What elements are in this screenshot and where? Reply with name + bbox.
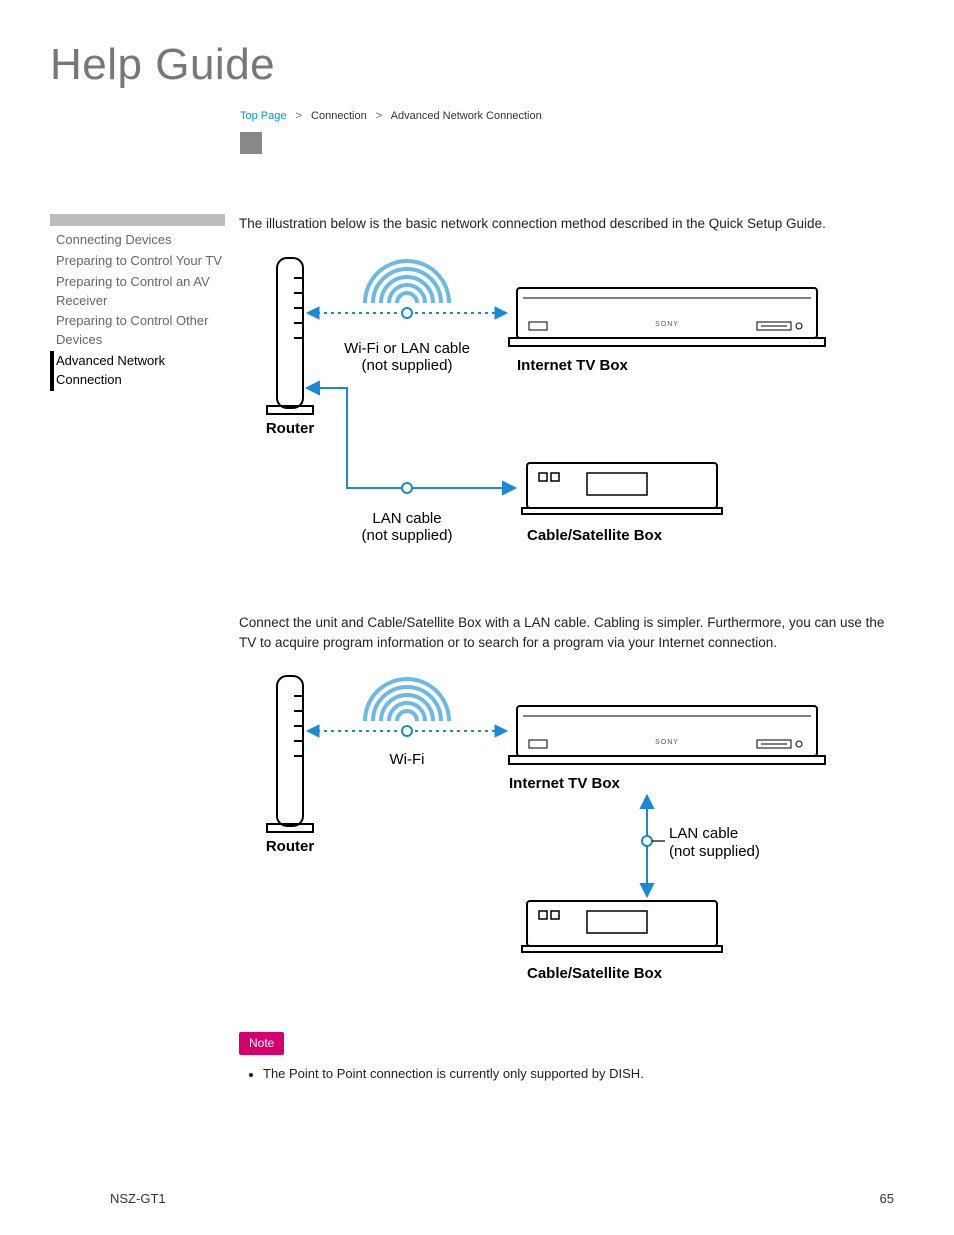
wifi-connection-icon — [307, 725, 507, 737]
cable-box-label: Cable/Satellite Box — [527, 527, 663, 544]
router-label: Router — [266, 838, 314, 855]
sidebar-item-preparing-other[interactable]: Preparing to Control Other Devices — [50, 311, 225, 351]
page-title: Help Guide — [50, 40, 894, 90]
page-footer: NSZ-GT1 65 — [110, 1191, 894, 1206]
router-icon — [267, 258, 313, 414]
footer-page-number: 65 — [880, 1191, 894, 1206]
sidebar-divider — [50, 214, 225, 226]
wifi-lan-label: Wi-Fi or LAN cable — [344, 340, 470, 357]
router-label: Router — [266, 420, 314, 437]
breadcrumb-sep: > — [296, 110, 302, 122]
network-diagram-2: Router — [247, 666, 894, 1002]
footer-model: NSZ-GT1 — [110, 1191, 166, 1206]
intro-text-2: Connect the unit and Cable/Satellite Box… — [239, 613, 894, 652]
not-supplied-label: (not supplied) — [362, 357, 453, 374]
cable-box-label: Cable/Satellite Box — [527, 965, 663, 982]
main-content: The illustration below is the basic netw… — [239, 214, 894, 1084]
breadcrumb-top-link[interactable]: Top Page — [240, 110, 286, 122]
brand-label: SONY — [655, 739, 679, 746]
cable-box-icon — [522, 901, 722, 952]
sidebar-item-preparing-tv[interactable]: Preparing to Control Your TV — [50, 251, 225, 272]
breadcrumb: Top Page > Connection > Advanced Network… — [240, 110, 894, 122]
not-supplied-label-2: (not supplied) — [362, 527, 453, 544]
sidebar-item-advanced-network[interactable]: Advanced Network Connection — [50, 351, 225, 391]
note-item: The Point to Point connection is current… — [263, 1066, 644, 1081]
sidebar-item-preparing-av[interactable]: Preparing to Control an AV Receiver — [50, 272, 225, 312]
itv-label: Internet TV Box — [517, 357, 629, 374]
breadcrumb-current: Advanced Network Connection — [391, 110, 542, 122]
brand-label: SONY — [655, 321, 679, 328]
sidebar: Connecting Devices Preparing to Control … — [50, 214, 225, 391]
breadcrumb-sep: > — [376, 110, 382, 122]
section-marker-icon — [240, 132, 262, 154]
wifi-icon — [365, 261, 449, 303]
cable-box-icon — [522, 463, 722, 514]
internet-tv-box-icon — [509, 706, 825, 764]
wifi-lan-connection-icon — [307, 307, 507, 319]
intro-text-1: The illustration below is the basic netw… — [239, 214, 894, 234]
itv-label: Internet TV Box — [509, 775, 621, 792]
sidebar-item-connecting-devices[interactable]: Connecting Devices — [50, 230, 225, 251]
lan-label: LAN cable — [372, 510, 441, 527]
breadcrumb-mid: Connection — [311, 110, 367, 122]
note-list: The Point to Point connection is current… — [263, 1065, 894, 1084]
network-diagram-1: Router — [247, 248, 894, 564]
wifi-label: Wi-Fi — [390, 751, 425, 768]
lan-connection-icon — [307, 382, 515, 494]
wifi-icon — [365, 679, 449, 721]
not-supplied-label: (not supplied) — [669, 843, 760, 860]
lan-label: LAN cable — [669, 825, 738, 842]
lan-connection-icon — [641, 796, 665, 896]
note-badge: Note — [239, 1032, 284, 1055]
router-icon — [267, 676, 313, 832]
internet-tv-box-icon — [509, 288, 825, 346]
